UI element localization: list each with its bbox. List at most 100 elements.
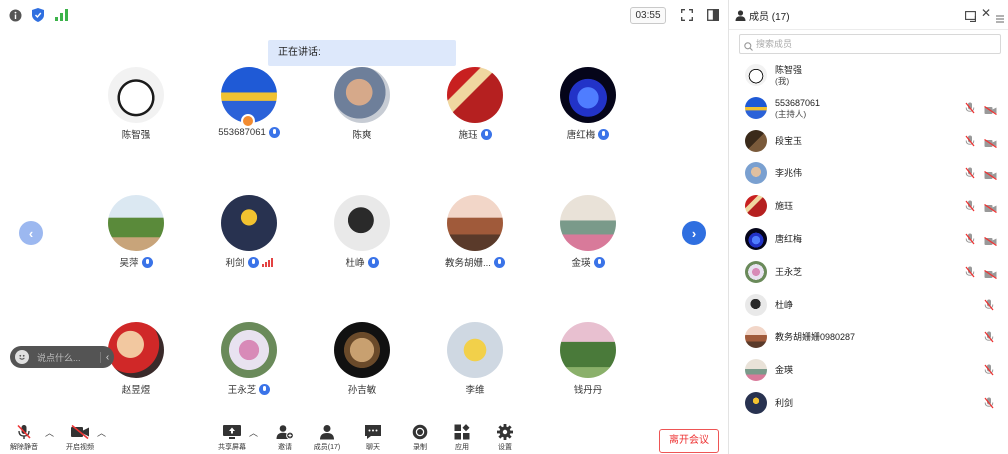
member-name-block: 陈智强 (我)	[775, 65, 802, 87]
info-icon[interactable]	[8, 8, 22, 22]
mic-status-icon	[268, 127, 280, 138]
participant-tile[interactable]: 杜峥	[312, 195, 412, 275]
fullscreen-icon[interactable]	[680, 8, 694, 22]
unmute-button[interactable]: 解除静音	[4, 424, 44, 454]
member-name-block: 教务胡姗姗0980287	[775, 332, 855, 343]
camera-off-icon[interactable]	[984, 135, 997, 153]
member-list-item[interactable]: 唐红梅	[729, 224, 1008, 256]
participant-name-row: 金瑛	[538, 255, 638, 269]
mic-muted-icon[interactable]	[965, 232, 975, 250]
members-panel-title: 成员 (17)	[749, 12, 790, 23]
search-icon	[744, 39, 753, 57]
share-screen-button[interactable]: 共享屏幕	[212, 424, 252, 454]
members-icon	[320, 425, 334, 440]
member-name: 陈智强	[775, 65, 803, 75]
member-list-item[interactable]: 利剑	[729, 388, 1008, 420]
participant-name-row: 陈爽	[312, 127, 412, 141]
participant-tile[interactable]: 教务胡姗...	[425, 195, 525, 275]
member-role: (我)	[775, 76, 790, 86]
member-list-item[interactable]: 金瑛	[729, 355, 1008, 387]
mic-muted-icon[interactable]	[984, 396, 994, 414]
member-name: 王永芝	[775, 266, 803, 277]
participant-name-row: 杜峥	[312, 255, 412, 269]
close-icon[interactable]: ✕	[981, 6, 991, 20]
participant-avatar	[447, 67, 503, 123]
participant-name-row: 553687061	[199, 127, 299, 138]
mic-status-icon	[367, 256, 379, 268]
participant-avatar	[221, 322, 277, 378]
camera-off-icon[interactable]	[984, 102, 997, 120]
meeting-timer: 03:55	[630, 7, 666, 24]
participant-tile[interactable]: 陈爽	[312, 67, 412, 147]
start-video-button[interactable]: 开启视频	[60, 424, 100, 454]
participant-tile[interactable]: 钱丹丹	[538, 322, 638, 402]
next-page-button[interactable]: ›	[682, 221, 706, 245]
mic-muted-icon[interactable]	[965, 134, 975, 152]
menu-icon[interactable]	[996, 10, 1004, 28]
emoji-icon[interactable]	[15, 350, 29, 364]
member-list-item[interactable]: 施珏	[729, 191, 1008, 223]
member-name: 553687061	[775, 97, 821, 108]
audio-options-chevron-icon[interactable]: ︿	[45, 426, 54, 439]
member-list-item[interactable]: 李兆伟	[729, 158, 1008, 190]
quick-chat-input[interactable]: 说点什么... ‹	[10, 346, 114, 368]
member-avatar	[745, 195, 767, 218]
previous-page-button[interactable]: ‹	[19, 221, 43, 245]
mic-muted-icon[interactable]	[984, 363, 994, 381]
participant-tile[interactable]: 利剑	[199, 195, 299, 275]
share-options-chevron-icon[interactable]: ︿	[249, 426, 258, 439]
participant-tile[interactable]: 553687061	[199, 67, 299, 147]
participant-name: 唐红梅	[566, 130, 596, 141]
mic-muted-icon[interactable]	[984, 298, 994, 316]
mic-muted-icon	[17, 424, 31, 439]
member-search-input[interactable]: 搜索成员	[739, 34, 1001, 54]
invite-icon	[276, 425, 294, 440]
network-signal-icon[interactable]	[54, 8, 68, 22]
mic-muted-icon[interactable]	[965, 265, 975, 283]
mic-muted-icon[interactable]	[965, 166, 975, 184]
shield-icon[interactable]	[31, 8, 45, 22]
participant-tile[interactable]: 唐红梅	[538, 67, 638, 147]
layout-toggle-icon[interactable]	[706, 8, 720, 22]
member-list-item[interactable]: 杜峥	[729, 290, 1008, 322]
camera-off-icon[interactable]	[984, 167, 997, 185]
participant-name: 李维	[465, 385, 485, 396]
members-label: 成员(17)	[313, 444, 341, 451]
apps-button[interactable]: 应用	[442, 424, 482, 454]
member-list-item[interactable]: 王永芝	[729, 257, 1008, 289]
member-list-item[interactable]: 段宝玉	[729, 126, 1008, 158]
members-button[interactable]: 成员(17)	[307, 424, 347, 454]
participant-tile[interactable]: 孙吉敏	[312, 322, 412, 402]
participant-name: 教务胡姗...	[445, 258, 491, 269]
mic-muted-icon[interactable]	[965, 101, 975, 119]
participant-avatar	[334, 322, 390, 378]
mic-muted-icon[interactable]	[965, 199, 975, 217]
member-list-item[interactable]: 553687061 (主持人)	[729, 93, 1008, 125]
popout-window-icon[interactable]	[965, 9, 976, 27]
gear-icon	[497, 424, 513, 440]
collapse-chevron-icon[interactable]: ‹	[100, 351, 114, 363]
participant-tile[interactable]: 施珏	[425, 67, 525, 147]
participant-tile[interactable]: 金瑛	[538, 195, 638, 275]
camera-off-icon[interactable]	[984, 266, 997, 284]
leave-meeting-button[interactable]: 离开会议	[659, 429, 719, 453]
participant-tile[interactable]: 李维	[425, 322, 525, 402]
participant-name: 陈爽	[352, 130, 372, 141]
record-button[interactable]: 录制	[400, 424, 440, 454]
settings-button[interactable]: 设置	[485, 424, 525, 454]
member-list-item[interactable]: 教务胡姗姗0980287	[729, 322, 1008, 354]
camera-off-icon[interactable]	[984, 200, 997, 218]
camera-off-icon[interactable]	[984, 233, 997, 251]
chat-button[interactable]: 聊天	[353, 424, 393, 454]
invite-button[interactable]: 邀请	[265, 424, 305, 454]
video-options-chevron-icon[interactable]: ︿	[97, 426, 106, 439]
participant-tile[interactable]: 陈智强	[86, 67, 186, 147]
member-list-item[interactable]: 陈智强 (我)	[729, 60, 1008, 92]
mic-muted-icon[interactable]	[984, 330, 994, 348]
participant-tile[interactable]: 吴萍	[86, 195, 186, 275]
participant-name: 金瑛	[571, 258, 591, 269]
participant-tile[interactable]: 王永芝	[199, 322, 299, 402]
participant-avatar	[221, 195, 277, 251]
member-avatar	[745, 96, 767, 119]
top-bar: 03:55	[0, 0, 728, 30]
